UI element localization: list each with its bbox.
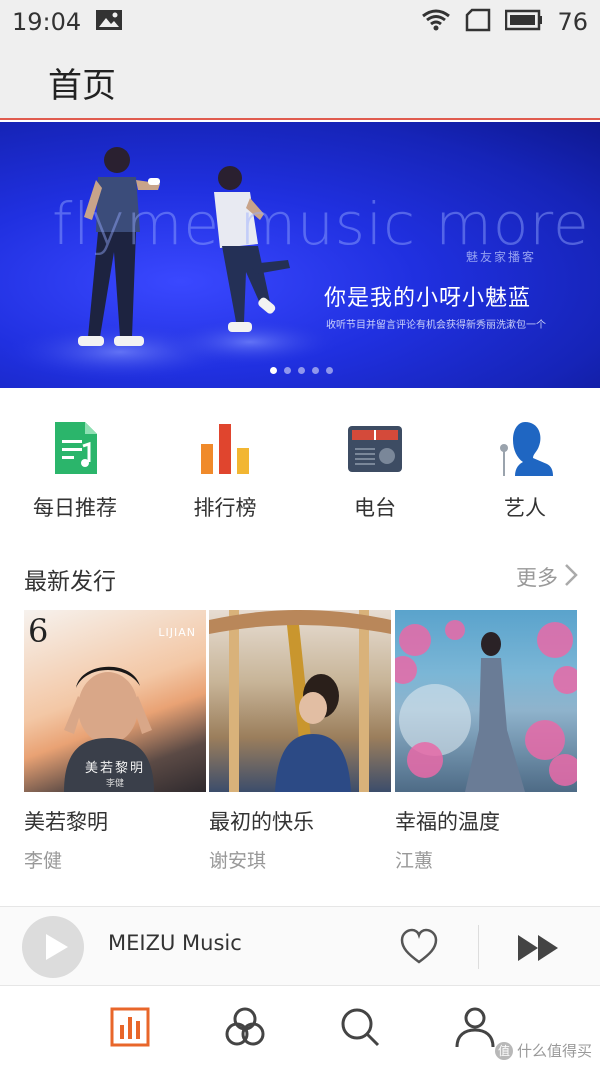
- battery-icon: [505, 9, 543, 35]
- radio-icon: [345, 418, 405, 478]
- album-title: 最初的快乐: [209, 810, 314, 834]
- status-time: 19:04: [12, 8, 82, 36]
- banner-dot[interactable]: [270, 367, 277, 374]
- banner-dot[interactable]: [298, 367, 305, 374]
- play-icon: [46, 934, 68, 960]
- sim-icon: [465, 8, 491, 36]
- status-bar: 19:04 76: [0, 0, 600, 44]
- tab-search[interactable]: [302, 987, 417, 1067]
- wifi-icon: [421, 9, 451, 35]
- album-cover-art: [395, 620, 577, 792]
- chart-ranking-icon: [195, 418, 255, 478]
- chevron-right-icon: [564, 563, 578, 592]
- banner-caption: 收听节目并留言评论有机会获得新秀丽洗漱包一个: [326, 320, 546, 331]
- album-cover[interactable]: [209, 610, 391, 792]
- more-link[interactable]: 更多: [516, 562, 578, 592]
- shortcut-label: 每日推荐: [33, 496, 117, 520]
- tab-discover[interactable]: [187, 987, 302, 1067]
- shortcut-label: 艺人: [504, 496, 546, 520]
- image-icon: [95, 9, 123, 35]
- shortcut-label: 电台: [354, 496, 396, 520]
- watermark-text: 什么值得买: [516, 1042, 592, 1060]
- album-cover-art: [209, 610, 391, 792]
- bar-chart-icon: [108, 1005, 152, 1049]
- album-artist[interactable]: 谢安琪: [209, 846, 266, 873]
- play-button[interactable]: [22, 916, 84, 978]
- banner-sub-label: 魅友家播客: [466, 250, 537, 264]
- daily-recommend-icon: [45, 418, 105, 478]
- tab-home[interactable]: [72, 987, 187, 1067]
- album-card[interactable]: 6 LIJIAN 美若黎明 李健 美若黎明 李健: [24, 610, 206, 872]
- status-icons: 76: [421, 8, 588, 36]
- album-cover[interactable]: [395, 610, 577, 792]
- user-icon: [453, 1005, 497, 1049]
- cover-artist: 李健: [105, 779, 125, 789]
- watermark: 值 什么值得买: [494, 1040, 592, 1061]
- new-releases-header: 最新发行 更多: [0, 558, 600, 602]
- album-card[interactable]: 最初的快乐 谢安琪: [209, 610, 391, 872]
- album-artist[interactable]: 李健: [24, 846, 62, 873]
- section-title: 最新发行: [24, 569, 116, 595]
- cover-number: 6: [28, 612, 49, 650]
- banner-dot[interactable]: [326, 367, 333, 374]
- more-label: 更多: [516, 566, 558, 590]
- promo-banner[interactable]: flyme music more 魅友家播客 你是我的小呀小魅蓝 收听节目并留言…: [0, 122, 600, 388]
- album-cover[interactable]: 6 LIJIAN 美若黎明 李健: [24, 610, 206, 792]
- shortcut-row: 每日推荐 排行榜 电台 艺人: [0, 388, 600, 538]
- cover-title: 美若黎明: [84, 761, 146, 776]
- shortcut-radio[interactable]: 电台: [300, 388, 450, 538]
- heart-icon: [400, 928, 438, 964]
- bottom-tab-bar: 值 什么值得买: [0, 987, 600, 1067]
- shortcut-label: 排行榜: [193, 496, 257, 520]
- watermark-badge: 值: [494, 1041, 513, 1060]
- cover-brand: LIJIAN: [158, 626, 196, 639]
- shortcut-ranking[interactable]: 排行榜: [150, 388, 300, 538]
- new-releases-list: 6 LIJIAN 美若黎明 李健 美若黎明 李健 最初的快乐 谢安琪 幸福的温度…: [0, 610, 600, 880]
- shortcut-daily-recommend[interactable]: 每日推荐: [0, 388, 150, 538]
- banner-headline: 你是我的小呀小魅蓝: [324, 286, 532, 311]
- circles-icon: [223, 1005, 267, 1049]
- page-title: 首页: [48, 66, 116, 106]
- divider: [478, 925, 479, 969]
- search-icon: [338, 1005, 382, 1049]
- battery-level: 76: [557, 8, 588, 36]
- artist-icon: [495, 418, 555, 478]
- next-button[interactable]: [516, 931, 562, 965]
- like-button[interactable]: [398, 926, 440, 968]
- fast-forward-icon: [518, 935, 558, 961]
- mini-player[interactable]: MEIZU Music: [0, 906, 600, 986]
- banner-dot[interactable]: [312, 367, 319, 374]
- album-artist[interactable]: 江蕙: [395, 846, 433, 873]
- banner-dot[interactable]: [284, 367, 291, 374]
- album-title: 美若黎明: [24, 810, 108, 834]
- banner-pagination: [270, 367, 333, 374]
- album-card[interactable]: 幸福的温度 江蕙: [395, 610, 577, 872]
- album-title: 幸福的温度: [395, 810, 500, 834]
- app-header: 首页: [0, 44, 600, 120]
- shortcut-artist[interactable]: 艺人: [450, 388, 600, 538]
- now-playing-title: MEIZU Music: [108, 931, 242, 955]
